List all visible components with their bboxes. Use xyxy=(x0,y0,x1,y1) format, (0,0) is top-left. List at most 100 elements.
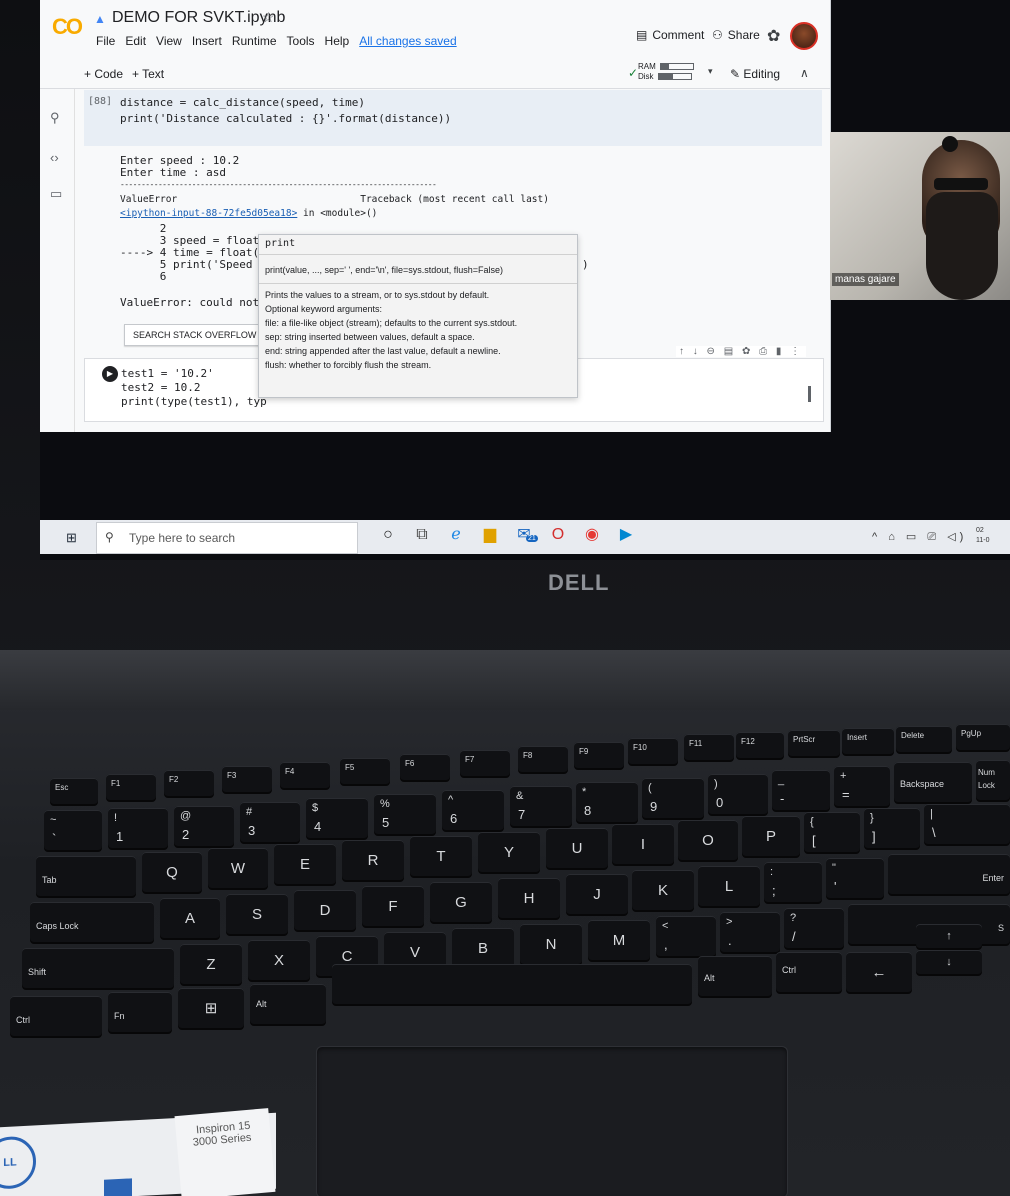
arrow-up-icon[interactable]: ↑ xyxy=(916,924,982,948)
key-right-ctrl[interactable]: Ctrl xyxy=(776,952,842,992)
key-f4[interactable]: F4 xyxy=(280,762,330,788)
cortana-icon[interactable]: ○ xyxy=(378,525,398,545)
key-tilde[interactable]: ~ ` xyxy=(44,810,102,850)
key-right-alt[interactable]: Alt xyxy=(698,956,772,996)
key-pgup[interactable]: PgUp xyxy=(956,724,1010,750)
key-f1[interactable]: F1 xyxy=(106,774,156,800)
traceback-link[interactable]: <ipython-input-88-72fe5d05ea18> xyxy=(120,208,297,219)
key-fn[interactable]: Fn xyxy=(108,992,172,1032)
edge-icon[interactable]: ℯ xyxy=(446,525,466,545)
system-tray[interactable]: ^ ⌂ ▭ ⎚ ◁) xyxy=(872,530,967,544)
run-cell-icon[interactable]: ▶ xyxy=(102,366,118,382)
key-minus[interactable]: _ - xyxy=(772,770,830,810)
key-l[interactable]: L xyxy=(698,866,760,906)
key-f3[interactable]: F3 xyxy=(222,766,272,792)
menu-edit[interactable]: Edit xyxy=(125,34,146,48)
key-z[interactable]: Z xyxy=(180,944,242,984)
gear-icon[interactable]: ✿ xyxy=(767,26,780,46)
key-7[interactable]: & 7 xyxy=(510,786,572,826)
key-t[interactable]: T xyxy=(410,836,472,876)
arrow-left-icon[interactable]: ← xyxy=(846,952,912,992)
key-m[interactable]: M xyxy=(588,920,650,960)
menu-help[interactable]: Help xyxy=(325,34,350,48)
key-0[interactable]: ) 0 xyxy=(708,774,768,814)
key-e[interactable]: E xyxy=(274,844,336,884)
menu-view[interactable]: View xyxy=(156,34,182,48)
menu-tools[interactable]: Tools xyxy=(287,34,315,48)
key-backslash[interactable]: | \ xyxy=(924,804,1010,844)
colab-logo[interactable]: CO xyxy=(52,14,83,40)
menu-runtime[interactable]: Runtime xyxy=(232,34,277,48)
scrollbar-thumb[interactable] xyxy=(808,386,811,402)
windows-start-icon[interactable]: ⊞ xyxy=(66,530,77,546)
ram-disk-indicator[interactable]: RAM Disk xyxy=(638,62,694,82)
runtime-dropdown-icon[interactable]: ▾ xyxy=(708,66,713,77)
key-f5[interactable]: F5 xyxy=(340,758,390,784)
editing-mode-button[interactable]: ✎ Editing xyxy=(730,67,780,81)
key-caps-lock[interactable]: Caps Lock xyxy=(30,902,154,942)
menu-insert[interactable]: Insert xyxy=(192,34,222,48)
file-explorer-icon[interactable]: ▆ xyxy=(480,525,500,545)
key-d[interactable]: D xyxy=(294,890,356,930)
arrow-down-icon[interactable]: ↓ xyxy=(916,950,982,974)
key-1[interactable]: ! 1 xyxy=(108,808,168,848)
key-f[interactable]: F xyxy=(362,886,424,926)
task-view-icon[interactable]: ⧉ xyxy=(412,525,432,545)
code-cell-1[interactable]: distance = calc_distance(speed, time) pr… xyxy=(84,90,822,146)
key-q[interactable]: Q xyxy=(142,852,202,892)
key-numlock[interactable]: Num Lock xyxy=(976,760,1010,800)
key-f9[interactable]: F9 xyxy=(574,742,624,768)
key-insert[interactable]: Insert xyxy=(842,728,894,754)
key-space[interactable] xyxy=(332,964,692,1004)
notebook-title[interactable]: DEMO FOR SVKT.ipynb xyxy=(112,9,285,27)
share-button[interactable]: ⚇ Share xyxy=(712,28,760,42)
key-2[interactable]: @2 xyxy=(174,806,234,846)
key-u[interactable]: U xyxy=(546,828,608,868)
key-slash[interactable]: ? / xyxy=(784,908,844,948)
key-6[interactable]: ^ 6 xyxy=(442,790,504,830)
key-left-shift[interactable]: Shift xyxy=(22,948,174,988)
key-equals[interactable]: + = xyxy=(834,766,890,806)
key-o[interactable]: O xyxy=(678,820,738,860)
search-icon[interactable]: ⚲ xyxy=(50,110,60,126)
key-a[interactable]: A xyxy=(160,898,220,938)
app-icon[interactable]: ▶ xyxy=(616,525,636,545)
key-p[interactable]: P xyxy=(742,816,800,856)
key-f6[interactable]: F6 xyxy=(400,754,450,780)
key-s[interactable]: S xyxy=(226,894,288,934)
key-f12[interactable]: F12 xyxy=(736,732,784,758)
key-3[interactable]: #3 xyxy=(240,802,300,842)
key-comma[interactable]: <, xyxy=(656,916,716,956)
save-status-link[interactable]: All changes saved xyxy=(359,34,456,48)
search-stack-overflow-button[interactable]: SEARCH STACK OVERFLOW xyxy=(124,324,266,346)
key-h[interactable]: H xyxy=(498,878,560,918)
key-8[interactable]: * 8 xyxy=(576,782,638,822)
add-text-button[interactable]: + Text xyxy=(132,67,164,81)
key-n[interactable]: N xyxy=(520,924,582,964)
comment-button[interactable]: ▤ Comment xyxy=(636,28,704,42)
key-k[interactable]: K xyxy=(632,870,694,910)
video-call-tile[interactable]: manas gajare xyxy=(830,132,1010,300)
star-icon[interactable]: ☆ xyxy=(262,9,275,26)
key-f2[interactable]: F2 xyxy=(164,770,214,796)
key-esc[interactable]: Esc xyxy=(50,778,98,804)
key-prtscr[interactable]: PrtScr xyxy=(788,730,840,756)
files-icon[interactable]: ▭ xyxy=(50,186,62,202)
key-left-alt[interactable]: Alt xyxy=(250,984,326,1024)
key-4[interactable]: $4 xyxy=(306,798,368,838)
menu-file[interactable]: File xyxy=(96,34,115,48)
taskbar-clock[interactable]: 02 11-0 xyxy=(976,526,990,546)
key-x[interactable]: X xyxy=(248,940,310,980)
chevron-up-icon[interactable]: ∧ xyxy=(800,66,809,80)
key-i[interactable]: I xyxy=(612,824,674,864)
key-tab[interactable]: Tab xyxy=(36,856,136,896)
key-right-bracket[interactable]: }] xyxy=(864,808,920,848)
key-left-bracket[interactable]: {[ xyxy=(804,812,860,852)
key-w[interactable]: W xyxy=(208,848,268,888)
key-semicolon[interactable]: :; xyxy=(764,862,822,902)
key-quote[interactable]: " ' xyxy=(826,858,884,898)
key-j[interactable]: J xyxy=(566,874,628,914)
chrome-icon[interactable]: ◉ xyxy=(582,525,602,545)
taskbar-search-input[interactable]: ⚲ Type here to search xyxy=(96,522,358,554)
key-enter[interactable]: Enter xyxy=(888,854,1010,894)
